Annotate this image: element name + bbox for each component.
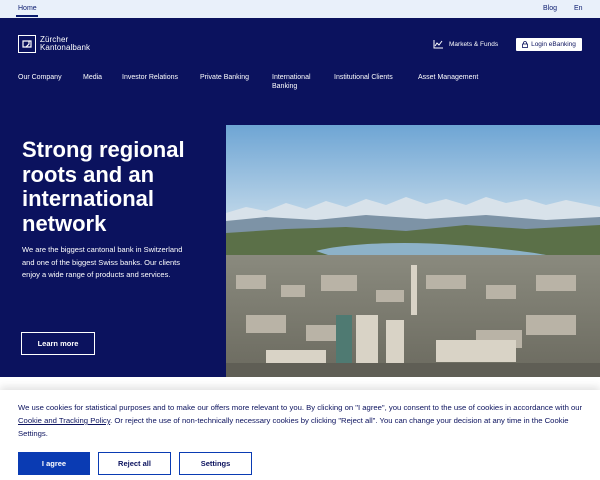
nav-international-line-2: Banking bbox=[272, 83, 298, 90]
nav-international-banking[interactable]: International Banking bbox=[272, 73, 311, 91]
markets-funds-link[interactable]: Markets & Funds bbox=[433, 39, 498, 49]
nav-our-company[interactable]: Our Company bbox=[18, 73, 62, 82]
cookie-text: We use cookies for statistical purposes … bbox=[18, 401, 583, 440]
cookie-banner: We use cookies for statistical purposes … bbox=[0, 390, 600, 480]
chart-icon bbox=[433, 40, 443, 49]
main-header: Zürcher Kantonalbank Markets & Funds Log… bbox=[0, 18, 600, 125]
hero-title: Strong regional roots and an internation… bbox=[22, 137, 185, 236]
markets-funds-label: Markets & Funds bbox=[449, 40, 499, 48]
logo-key-icon bbox=[18, 35, 36, 53]
hero-panel: Strong regional roots and an internation… bbox=[0, 125, 226, 377]
home-link[interactable]: Home bbox=[18, 5, 37, 12]
blog-link[interactable]: Blog bbox=[543, 5, 557, 12]
hero-image-zurich bbox=[226, 125, 600, 377]
reject-all-button[interactable]: Reject all bbox=[98, 452, 171, 475]
logo[interactable]: Zürcher Kantonalbank bbox=[18, 35, 90, 53]
login-ebanking-label: Login eBanking bbox=[531, 41, 576, 48]
language-switch[interactable]: En bbox=[574, 5, 583, 12]
utility-bar: Home Blog En bbox=[0, 0, 600, 18]
nav-international-line-1: International bbox=[272, 74, 311, 81]
cookie-text-intro: We use cookies for statistical purposes … bbox=[18, 403, 583, 412]
logo-line-2: Kantonalbank bbox=[40, 43, 91, 52]
cookie-settings-button[interactable]: Settings bbox=[179, 452, 252, 475]
hero-description: We are the biggest cantonal bank in Swit… bbox=[22, 245, 183, 279]
active-indicator bbox=[16, 15, 38, 17]
logo-text: Zürcher Kantonalbank bbox=[40, 35, 91, 53]
nav-asset-management[interactable]: Asset Management bbox=[418, 73, 478, 82]
cookie-policy-link[interactable]: Cookie and Tracking Policy bbox=[18, 416, 110, 425]
learn-more-button[interactable]: Learn more bbox=[21, 332, 95, 355]
nav-media[interactable]: Media bbox=[83, 73, 102, 82]
lock-icon bbox=[522, 41, 528, 48]
nav-private-banking[interactable]: Private Banking bbox=[200, 73, 249, 82]
login-ebanking-button[interactable]: Login eBanking bbox=[516, 38, 582, 51]
nav-investor-relations[interactable]: Investor Relations bbox=[122, 73, 178, 82]
nav-institutional-clients[interactable]: Institutional Clients bbox=[334, 73, 393, 82]
agree-button[interactable]: I agree bbox=[18, 452, 90, 475]
